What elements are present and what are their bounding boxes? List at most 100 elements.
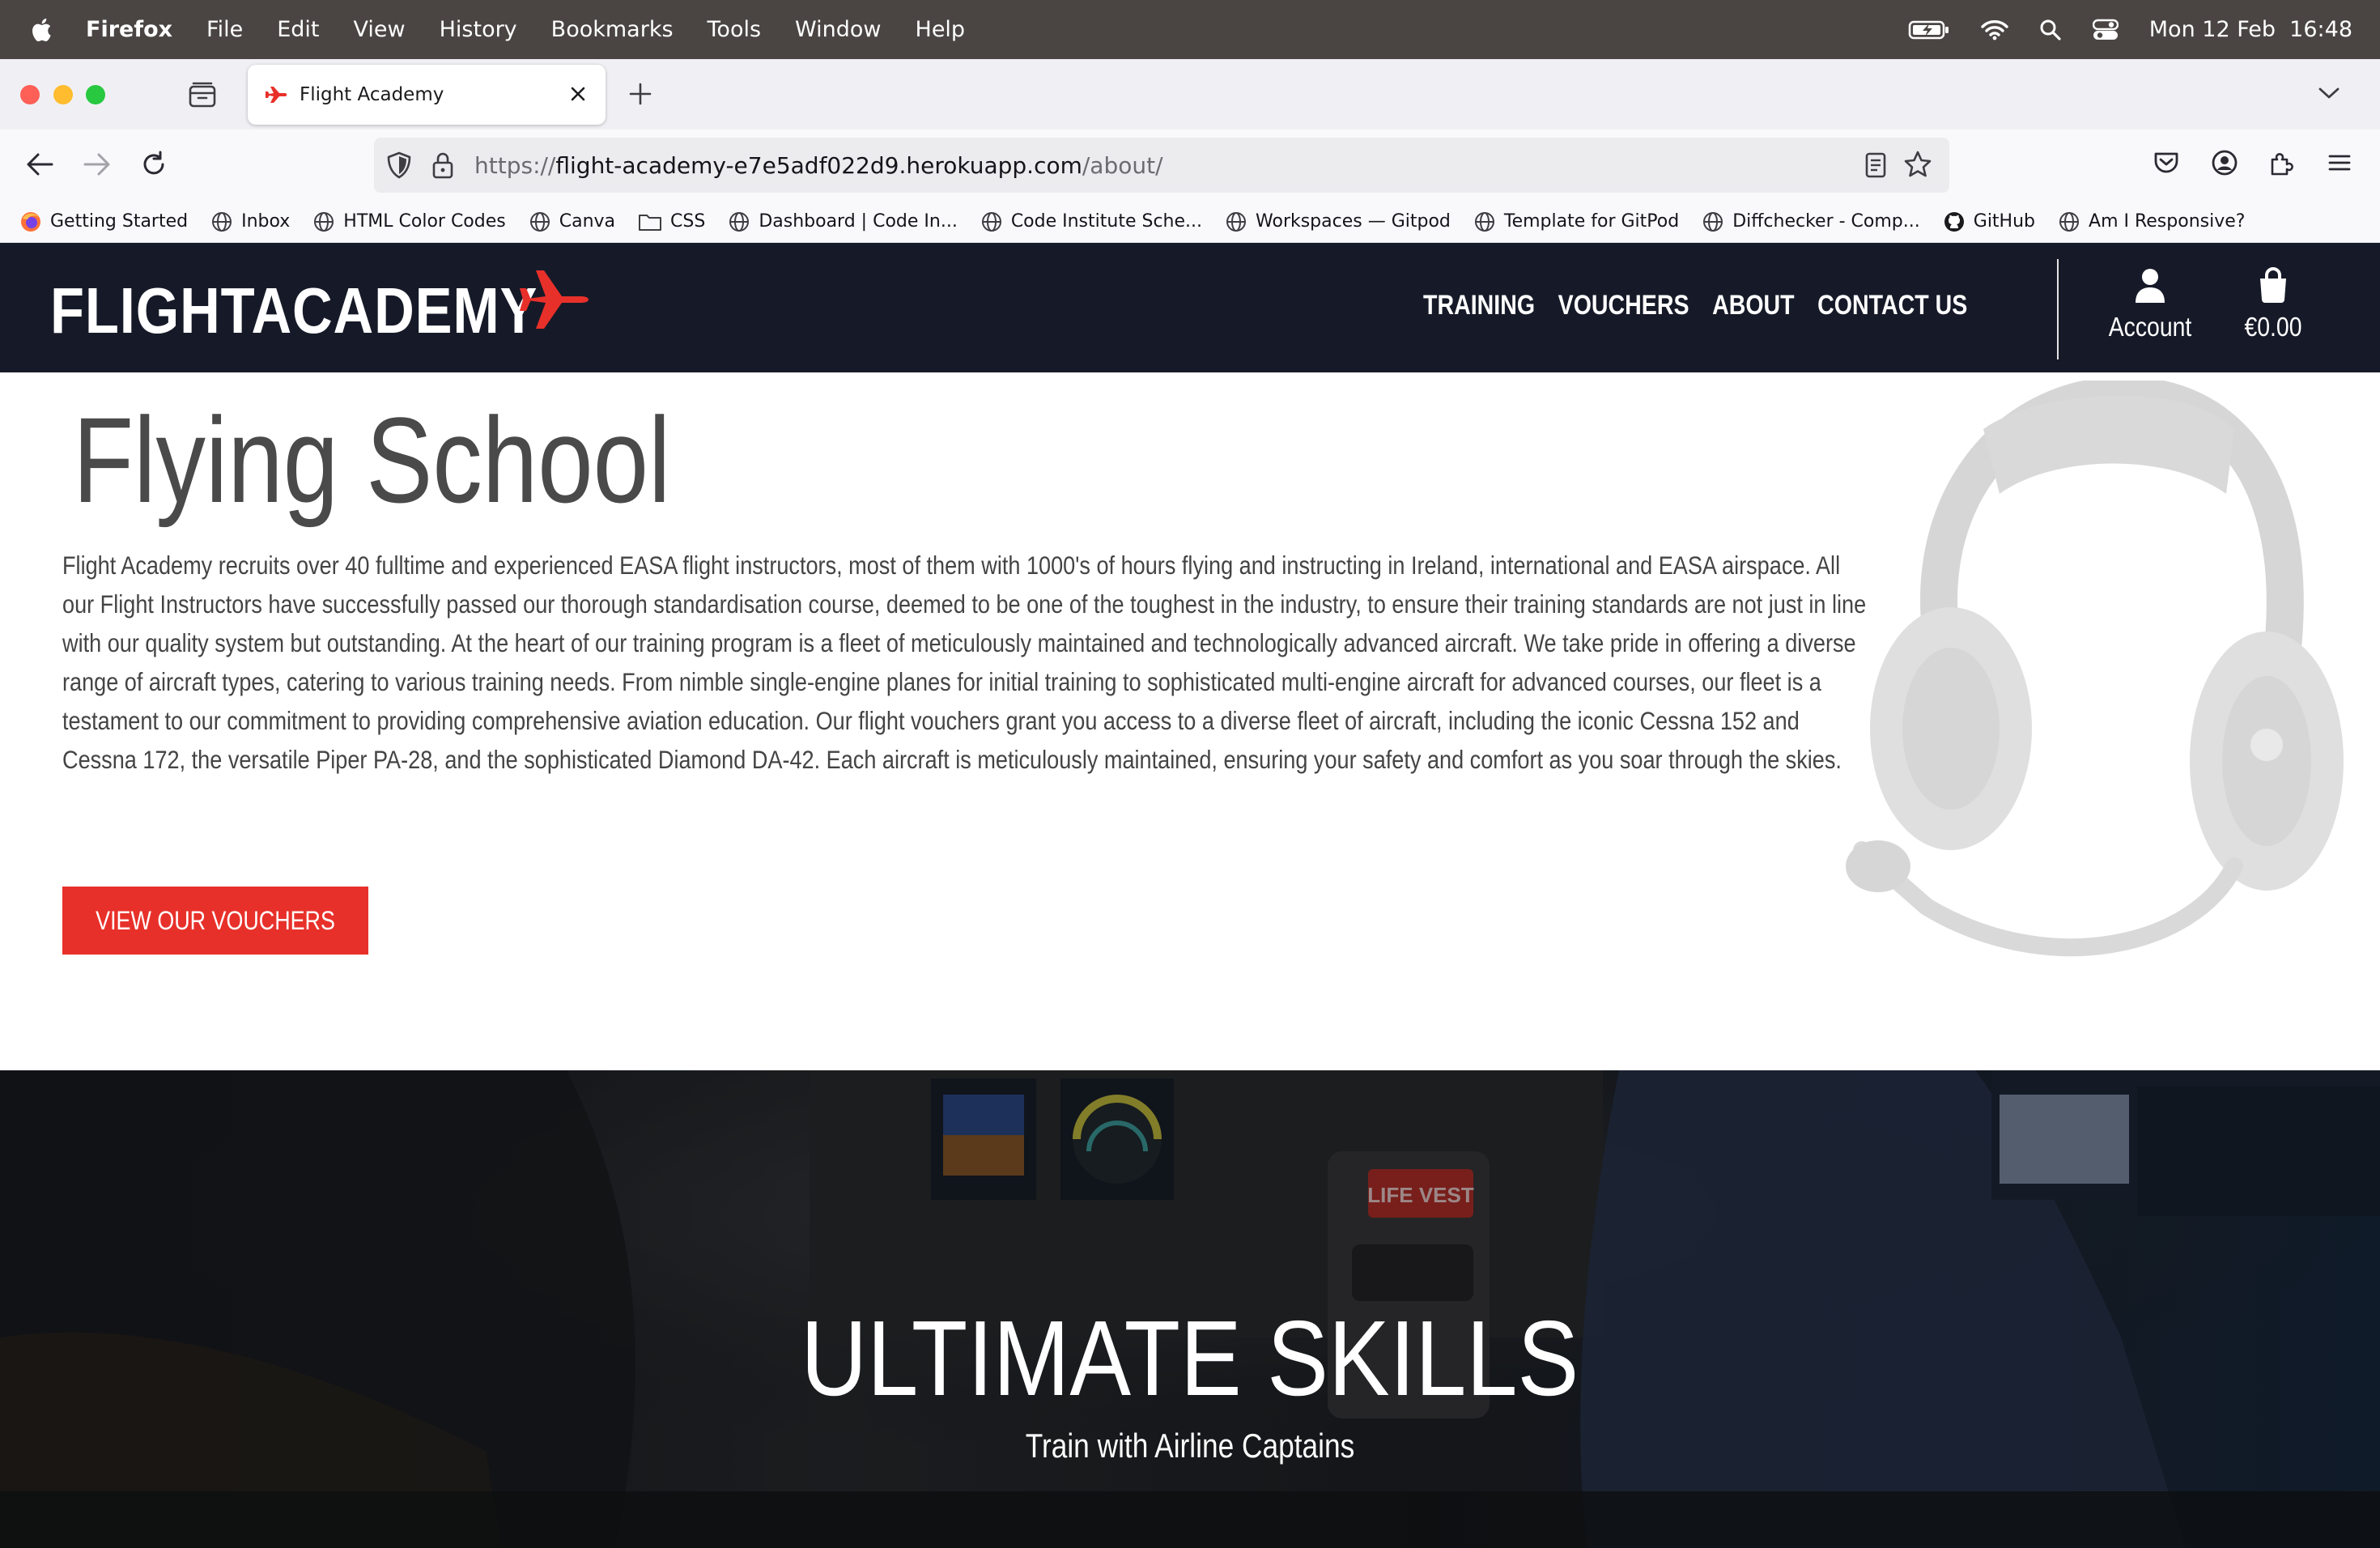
nav-about[interactable]: ABOUT [1712,290,1795,321]
bookmark-getting-started[interactable]: Getting Started [19,211,188,233]
account-circle-icon[interactable] [2210,148,2239,177]
nav-contact-us[interactable]: CONTACT US [1817,290,1967,321]
menu-file[interactable]: File [206,17,243,42]
globe-icon [2059,211,2080,232]
hero-title-text: ULTIMATE SKILLS [801,1299,1579,1418]
extensions-puzzle-icon[interactable] [2267,148,2297,177]
reload-icon[interactable] [139,150,168,179]
bookmark-dashboard-code-institute[interactable]: Dashboard | Code In... [728,211,958,233]
nav-training[interactable]: TRAINING [1423,290,1535,321]
new-tab-icon[interactable] [627,81,653,107]
forward-arrow-icon[interactable] [82,150,113,179]
control-center-icon[interactable] [2092,19,2119,41]
bag-total: €0.00 [2244,312,2302,342]
folder-icon [639,214,662,231]
bookmark-github[interactable]: GitHub [1943,211,2035,233]
bookmark-label: Dashboard | Code In... [759,211,958,232]
page-title: Flying School [73,392,671,528]
menu-view[interactable]: View [354,17,406,42]
hero-section: LIFE VEST ULTIMATE SKILLS Train with Air… [0,1070,2380,1548]
globe-icon [314,211,334,232]
bookmark-folder-css[interactable]: CSS [638,211,705,232]
main-nav: TRAINING VOUCHERS ABOUT CONTACT US [1423,290,1967,321]
menu-edit[interactable]: Edit [277,17,319,42]
view-vouchers-label: VIEW OUR VOUCHERS [96,905,335,935]
window-fullscreen-button[interactable] [86,85,105,104]
globe-icon [529,211,550,232]
url-bar[interactable]: https://flight-academy-e7e5adf022d9.hero… [374,138,1949,193]
github-icon [1944,211,1964,232]
reader-view-icon[interactable] [1864,151,1888,180]
tab-close-icon[interactable] [567,83,589,105]
user-icon [2136,269,2165,303]
plane-favicon-icon [265,87,287,103]
os-menubar: Firefox File Edit View History Bookmarks… [0,0,2380,59]
menu-history[interactable]: History [440,17,517,42]
back-arrow-icon[interactable] [24,150,55,179]
bookmark-canva[interactable]: Canva [529,211,615,233]
account-link[interactable]: Account [2093,267,2207,342]
hamburger-menu-icon[interactable] [2325,148,2354,177]
tracking-protection-shield-icon[interactable] [385,151,413,180]
spotlight-search-icon[interactable] [2039,19,2062,41]
url-path: /about/ [1082,152,1163,179]
airplane-logo-icon [520,270,589,329]
firefox-icon [21,211,40,232]
bookmark-label: Canva [559,211,616,232]
bookmark-label: CSS [670,211,706,232]
tab-list-chevron-icon[interactable] [2317,84,2341,102]
bookmark-label: Getting Started [50,211,189,232]
header-divider [2057,259,2059,359]
hero-title: ULTIMATE SKILLS [0,1297,2380,1419]
lock-icon[interactable] [431,151,455,180]
hero-subtitle: Train with Airline Captains [0,1427,2380,1465]
bookmark-label: Code Institute Sche... [1010,211,1203,232]
bookmark-label: HTML Color Codes [343,211,506,232]
tab-flight-academy[interactable]: Flight Academy [248,65,606,125]
menu-tools[interactable]: Tools [708,17,762,42]
bookmark-code-institute-schedule[interactable]: Code Institute Sche... [980,211,1202,233]
wifi-icon[interactable] [1981,19,2008,40]
bookmark-html-color-codes[interactable]: HTML Color Codes [312,211,506,233]
view-vouchers-button[interactable]: VIEW OUR VOUCHERS [62,887,368,955]
globe-icon [1474,211,1494,232]
shopping-bag-link[interactable]: €0.00 [2225,267,2322,342]
bookmark-label: Template for GitPod [1503,211,1680,232]
logo-text: FLIGHTACADEMY [50,274,538,347]
nav-vouchers[interactable]: VOUCHERS [1558,290,1689,321]
menu-window[interactable]: Window [795,17,881,42]
bookmark-star-icon[interactable] [1902,149,1933,180]
bookmark-workspaces-gitpod[interactable]: Workspaces — Gitpod [1225,211,1451,233]
url-text: https://flight-academy-e7e5adf022d9.hero… [474,152,1163,179]
battery-icon[interactable] [1908,19,1950,40]
headset-illustration [1846,381,2344,956]
hero-subtitle-text: Train with Airline Captains [1025,1427,1355,1465]
bookmarks-bar: Getting Started Inbox HTML Color Codes C… [0,201,2380,243]
bookmark-label: GitHub [1973,211,2036,232]
url-protocol: https:// [474,152,556,179]
shopping-bag-icon [2260,267,2286,303]
window-close-button[interactable] [20,85,40,104]
menu-help[interactable]: Help [916,17,966,42]
globe-icon [1226,211,1247,232]
bookmark-inbox[interactable]: Inbox [210,211,290,233]
site-logo[interactable]: FLIGHTACADEMY [50,274,538,348]
firefox-view-icon[interactable] [188,82,217,109]
globe-icon [981,211,1001,232]
pocket-icon[interactable] [2152,148,2181,177]
about-paragraph-text: Flight Academy recruits over 40 fulltime… [62,551,1867,774]
account-label: Account [2108,312,2192,342]
window-minimize-button[interactable] [53,85,73,104]
about-paragraph: Flight Academy recruits over 40 fulltime… [62,546,1876,779]
bookmark-am-i-responsive[interactable]: Am I Responsive? [2058,211,2245,233]
menubar-clock[interactable]: Mon 12 Feb 16:48 [2149,17,2352,42]
bookmark-label: Am I Responsive? [2089,211,2246,232]
menu-app-firefox[interactable]: Firefox [86,17,172,42]
menu-bookmarks[interactable]: Bookmarks [551,17,674,42]
globe-icon [729,211,750,232]
url-host: flight-academy-e7e5adf022d9.herokuapp.co… [555,152,1082,179]
bookmark-diffchecker[interactable]: Diffchecker - Comp... [1702,211,1920,233]
apple-icon[interactable] [29,16,57,44]
globe-icon [212,211,232,232]
bookmark-template-gitpod[interactable]: Template for GitPod [1473,211,1679,233]
